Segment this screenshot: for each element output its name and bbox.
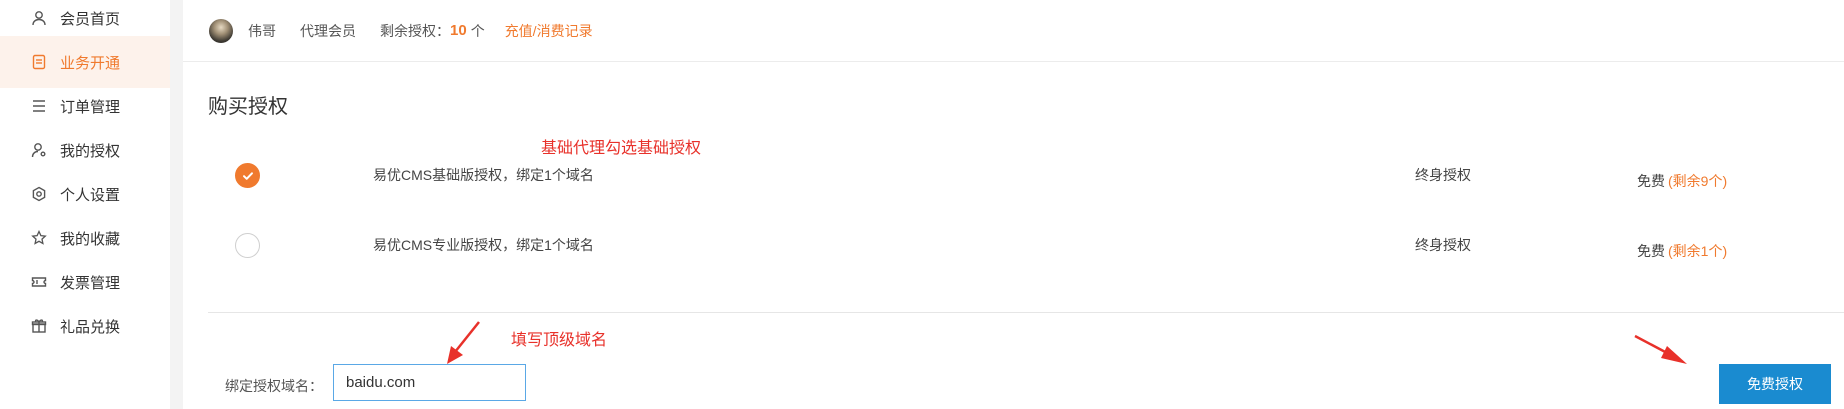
free-license-button[interactable]: 免费授权: [1719, 364, 1831, 404]
remaining-unit: 个: [470, 22, 485, 39]
sidebar-item-label: 订单管理: [60, 98, 121, 116]
price-label: 免费: [1637, 173, 1665, 189]
domain-label: 绑定授权域名：: [225, 378, 323, 394]
settings-hex-icon: [30, 185, 48, 203]
remaining-label: 剩余授权：: [380, 22, 450, 39]
remaining-quota: (剩余1个): [1668, 243, 1728, 259]
license-row: 易优CMS基础版授权，绑定1个域名 终身授权 免费 (剩余9个): [183, 163, 1844, 203]
license-term: 终身授权: [1415, 167, 1471, 183]
gift-icon: [30, 317, 48, 335]
remaining-count: 10: [450, 22, 467, 39]
license-price: 免费 (剩余1个): [1637, 241, 1727, 261]
sidebar-item-label: 我的授权: [60, 142, 121, 160]
sidebar-item-label: 礼品兑换: [60, 318, 121, 336]
sidebar-item-label: 我的收藏: [60, 230, 121, 248]
annotation-domain-hint: 填写顶级域名: [511, 332, 608, 349]
avatar: [209, 18, 233, 43]
license-name: 易优CMS基础版授权，绑定1个域名: [373, 167, 594, 183]
annotation-arrow-icon: [447, 321, 480, 364]
user-info-bar: 伟哥 代理会员 剩余授权： 10 个 充值/消费记录: [183, 0, 1844, 62]
sidebar-item-label: 发票管理: [60, 274, 121, 292]
remaining-quota: (剩余9个): [1668, 173, 1728, 189]
page-root: 会员首页 业务开通 订单管理 我的授权 个人设置 我的收藏 发票管理 礼品兑换 …: [0, 0, 1844, 409]
user-key-icon: [30, 141, 48, 159]
check-icon: [242, 171, 253, 180]
member-role: 代理会员: [300, 22, 356, 39]
license-price: 免费 (剩余9个): [1637, 171, 1727, 191]
sidebar-item-label: 业务开通: [60, 54, 121, 72]
ticket-icon: [30, 273, 48, 291]
sidebar-item-gift-exchange[interactable]: 礼品兑换: [0, 300, 170, 352]
star-icon: [30, 229, 48, 247]
license-row: 易优CMS专业版授权，绑定1个域名 终身授权 免费 (剩余1个): [183, 233, 1844, 273]
records-link[interactable]: 充值/消费记录: [505, 21, 593, 41]
username: 伟哥: [248, 22, 276, 39]
divider: [208, 312, 1844, 313]
sidebar: 会员首页 业务开通 订单管理 我的授权 个人设置 我的收藏 发票管理 礼品兑换: [0, 0, 170, 409]
section-title: 购买授权: [208, 96, 288, 118]
document-icon: [30, 53, 48, 71]
license-name: 易优CMS专业版授权，绑定1个域名: [373, 237, 594, 253]
license-radio-basic[interactable]: [235, 163, 260, 188]
sidebar-item-label: 个人设置: [60, 186, 121, 204]
annotation-arrow-icon: [1634, 334, 1687, 364]
annotation-select-hint: 基础代理勾选基础授权: [541, 140, 702, 157]
sidebar-item-label: 会员首页: [60, 10, 121, 28]
list-icon: [30, 97, 48, 115]
domain-input[interactable]: [333, 364, 526, 401]
license-radio-pro[interactable]: [235, 233, 260, 258]
main-panel: 伟哥 代理会员 剩余授权： 10 个 充值/消费记录 购买授权 基础代理勾选基础…: [183, 0, 1844, 409]
license-term: 终身授权: [1415, 237, 1471, 253]
user-icon: [30, 9, 48, 27]
price-label: 免费: [1637, 243, 1665, 259]
